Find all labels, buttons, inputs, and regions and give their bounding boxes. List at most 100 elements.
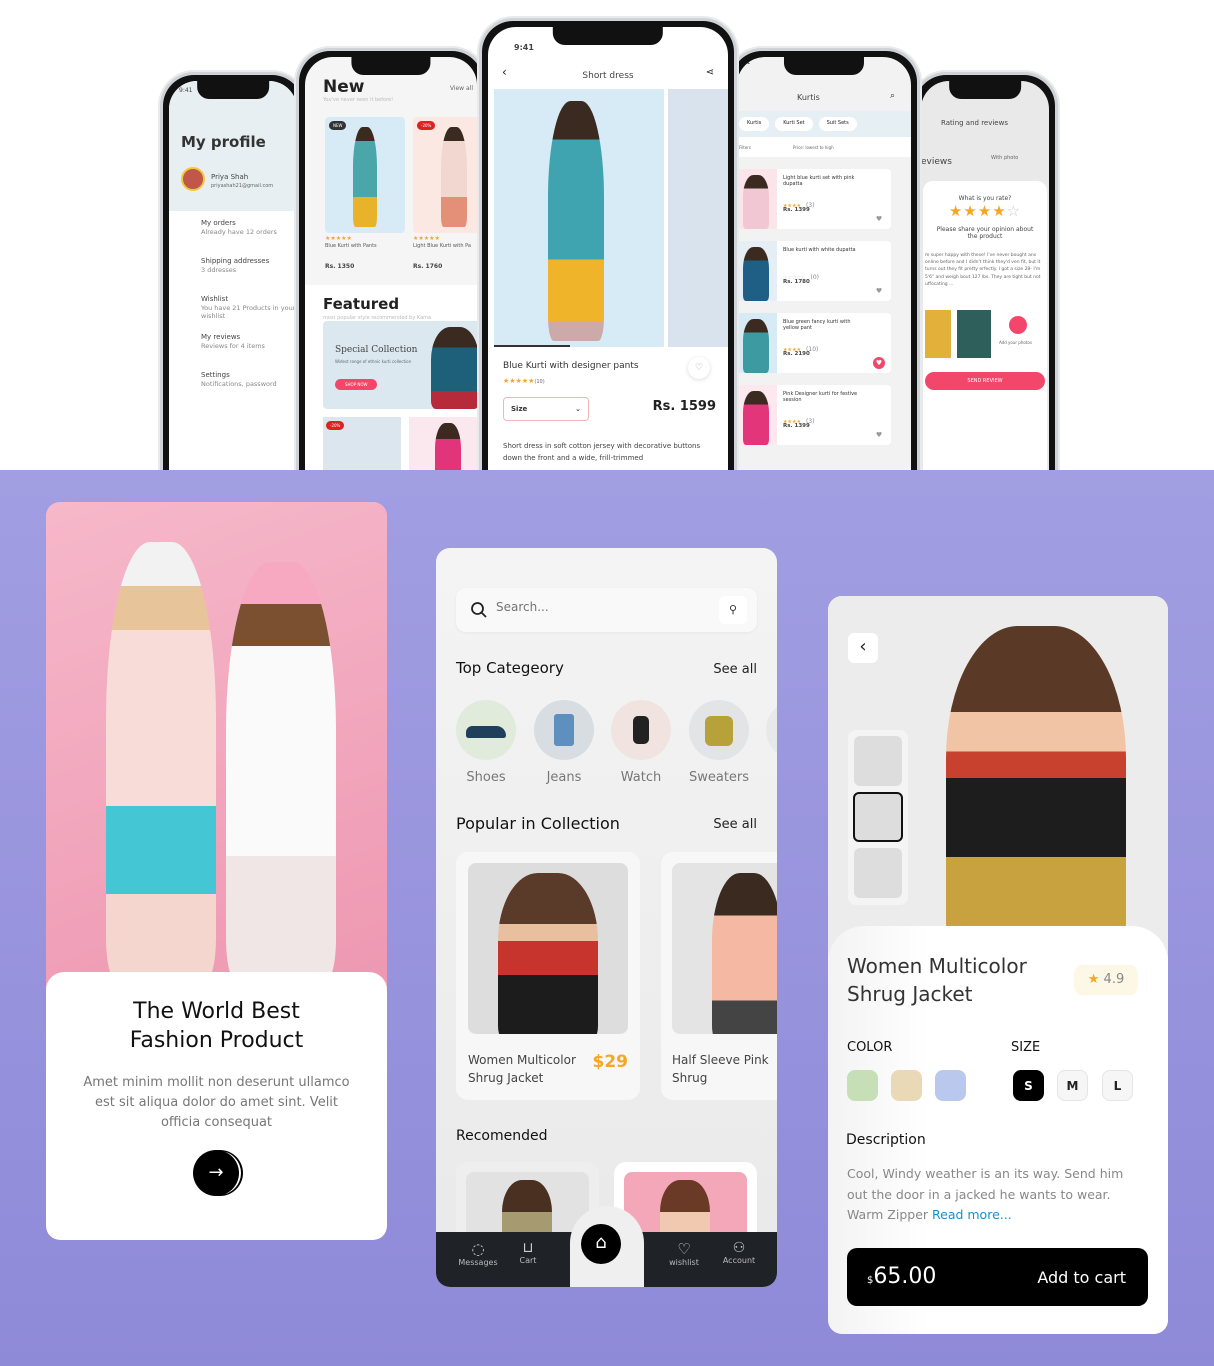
phone-new: New View all You've never seen it before… — [296, 48, 486, 470]
thumbnail[interactable] — [854, 848, 902, 898]
with-photo-checkbox[interactable]: With photo — [991, 155, 1018, 161]
heart-icon[interactable]: ♡ — [688, 357, 710, 379]
search-icon — [471, 602, 487, 618]
search-input[interactable] — [496, 600, 696, 614]
menu-shipping[interactable]: Shipping addresses 3 ddresses — [177, 257, 297, 295]
color-swatch-blue[interactable] — [935, 1070, 966, 1101]
phone-reviews: Rating and reviews eviews With photo Wha… — [912, 72, 1058, 470]
size-m-button[interactable]: M — [1057, 1070, 1088, 1101]
product-card[interactable]: Women Multicolor Shrug Jacket $29 — [456, 852, 640, 1100]
filters-button[interactable]: Filters — [739, 145, 751, 150]
back-button[interactable]: ‹ — [848, 633, 878, 663]
page-title: My profile — [181, 133, 266, 151]
add-to-cart-button[interactable]: Add to cart — [1037, 1268, 1126, 1287]
rating-badge: ★ 4.9 — [1074, 965, 1138, 995]
size-s-button[interactable]: S — [1013, 1070, 1044, 1101]
category-more[interactable] — [766, 700, 777, 760]
kurti-list-item[interactable]: Light blue kurti set with pink dupatta ★… — [737, 169, 891, 229]
chevron-left-icon: ‹ — [859, 636, 867, 657]
kurti-list-item[interactable]: Blue green fancy kurti with yellow pant … — [737, 313, 891, 373]
size-dropdown[interactable]: Size ⌄ — [503, 397, 589, 421]
menu-wishlist[interactable]: Wishlist You have 21 Products in your wis… — [177, 295, 297, 333]
kurti-list-item[interactable]: Pink Designer kurti for festive session … — [737, 385, 891, 445]
product-name: Half Sleeve Pink Shrug — [672, 1053, 769, 1085]
product-card[interactable]: Half Sleeve Pink Shrug — [661, 852, 777, 1100]
product-price: Rs. 1599 — [652, 399, 716, 414]
nav-wishlist[interactable]: ♡ wishlist — [662, 1240, 706, 1267]
home-screen: ⚲ Top Categeory See all Shoes Jeans Watc… — [436, 548, 777, 1287]
phones-showcase: 9:41 My profile Priya Shah priyashah21@g… — [0, 0, 1214, 470]
star-icon: ★ — [1087, 972, 1100, 987]
product-image[interactable]: NEW — [325, 117, 405, 233]
review-text[interactable]: m super happy with these! I've never bou… — [923, 246, 1047, 306]
camera-icon[interactable] — [1009, 316, 1027, 334]
product-title: Women Multicolor Shrug Jacket — [847, 954, 1027, 1006]
featured-banner[interactable]: Special Collection Widest range of ethni… — [323, 321, 477, 409]
onboarding-title: The World Best Fashion Product — [129, 999, 304, 1053]
product-description: Short dress in soft cotton jersey with d… — [503, 442, 701, 462]
category-jeans[interactable] — [534, 700, 594, 760]
thumbnail[interactable] — [854, 736, 902, 786]
description-heading: Description — [846, 1132, 926, 1148]
product-price: $29 — [592, 1052, 629, 1072]
view-all-link[interactable]: View all — [450, 85, 473, 92]
see-all-categories-link[interactable]: See all — [713, 662, 757, 677]
onboarding-description: Amet minim mollit non deserunt ullamco e… — [83, 1075, 350, 1131]
next-button[interactable]: → — [193, 1150, 239, 1196]
carousel-indicator — [494, 345, 570, 347]
product-image — [672, 863, 777, 1034]
color-swatch-beige[interactable] — [891, 1070, 922, 1101]
category-shoes[interactable] — [456, 700, 516, 760]
section-title: Top Categeory — [456, 659, 564, 677]
product-name: Blue Kurti with designer pants — [503, 361, 639, 371]
product-detail-screen: ‹ Women Multicolor Shrug Jacket ★ 4.9 COL… — [828, 596, 1168, 1334]
chat-icon: ◌ — [471, 1240, 485, 1258]
user-email: priyashah21@gmail.com — [211, 183, 274, 189]
shop-now-button[interactable]: SHOP NOW — [335, 379, 378, 390]
heart-icon[interactable]: ♥ — [873, 213, 885, 225]
menu-settings[interactable]: Settings Notifications, password — [177, 371, 297, 409]
filter-icon[interactable]: ⚲ — [719, 596, 747, 624]
phone-detail: 9:41 ‹ Short dress ⋖ Blue Kurti with des… — [479, 18, 737, 470]
read-more-link[interactable]: Read more... — [932, 1207, 1012, 1222]
product-image[interactable]: -20% — [413, 117, 477, 233]
menu-reviews[interactable]: My reviews Reviews for 4 items — [177, 333, 297, 371]
color-swatch-green[interactable] — [847, 1070, 878, 1101]
search-icon[interactable]: ⌕ — [890, 91, 895, 101]
section-title: Recomended — [456, 1128, 548, 1144]
product-image[interactable] — [494, 89, 664, 347]
heart-icon[interactable]: ♥ — [873, 357, 885, 369]
menu-my-orders[interactable]: My orders Already have 12 orders — [177, 219, 297, 257]
see-all-popular-link[interactable]: See all — [713, 817, 757, 832]
arrow-right-icon: → — [208, 1162, 224, 1183]
section-title: Popular in Collection — [456, 814, 620, 833]
kurti-list-item[interactable]: Blue kurti with white dupatta ☆☆☆☆☆ (0) … — [737, 241, 891, 301]
user-icon: ⚇ — [732, 1240, 746, 1256]
category-watch[interactable] — [611, 700, 671, 760]
shoe-icon — [466, 726, 506, 738]
nav-account[interactable]: ⚇ Account — [716, 1240, 762, 1265]
nav-cart[interactable]: ⊔ Cart — [508, 1240, 548, 1265]
heart-icon[interactable]: ♥ — [873, 285, 885, 297]
review-count: (0) — [810, 274, 820, 281]
share-icon[interactable]: ⋖ — [706, 67, 714, 78]
watch-icon — [633, 716, 649, 744]
status-time: 9:41 — [179, 87, 193, 94]
sort-button[interactable]: Price: lowest to high — [793, 145, 834, 150]
jeans-icon — [554, 714, 574, 746]
add-to-cart-bar: $65.00 Add to cart — [847, 1248, 1148, 1306]
thumbnail-selected[interactable] — [853, 792, 903, 842]
nav-messages[interactable]: ◌ Messages — [454, 1240, 502, 1267]
heart-icon[interactable]: ♥ — [873, 429, 885, 441]
search-bar[interactable]: ⚲ — [456, 588, 757, 632]
phone-profile: 9:41 My profile Priya Shah priyashah21@g… — [160, 72, 306, 470]
size-l-button[interactable]: L — [1102, 1070, 1133, 1101]
rating-stars[interactable]: ★★★★☆ — [923, 202, 1047, 220]
page-title: Kurtis — [797, 93, 820, 102]
heart-icon: ♡ — [677, 1240, 691, 1258]
send-review-button[interactable]: SEND REVIEW — [925, 372, 1045, 390]
category-sweaters[interactable] — [689, 700, 749, 760]
page-title: Short dress — [582, 71, 634, 81]
section-title: Featured — [323, 295, 400, 313]
home-nav-button[interactable]: ⌂ — [581, 1224, 621, 1264]
